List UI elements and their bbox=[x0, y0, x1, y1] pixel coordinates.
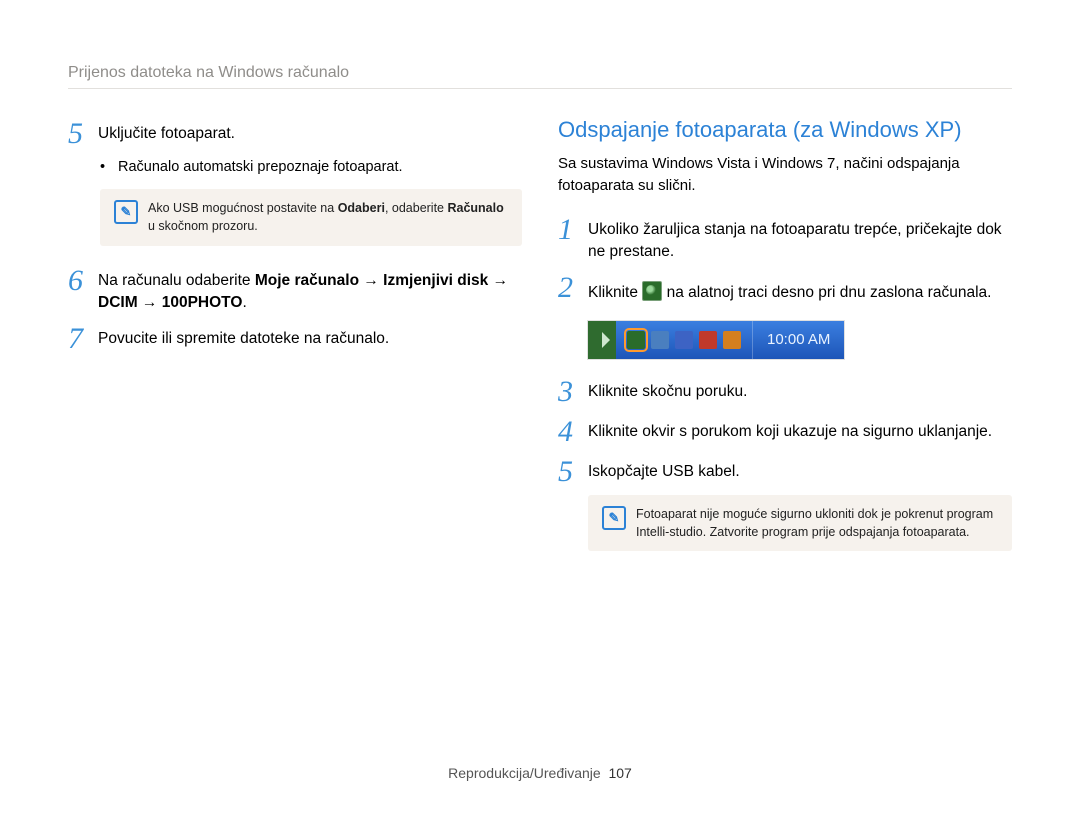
note-text: Fotoaparat nije moguće sigurno ukloniti … bbox=[636, 505, 998, 541]
note-box: ✎ Ako USB mogućnost postavite na Odaberi… bbox=[100, 189, 522, 245]
step-6: 6 Na računalu odaberite Moje računalo → … bbox=[68, 264, 522, 315]
safely-remove-hardware-icon bbox=[642, 281, 662, 301]
step-body: Kliknite okvir s porukom koji ukazuje na… bbox=[588, 415, 992, 443]
step-number: 5 bbox=[68, 117, 98, 149]
step-body: Uključite fotoaparat. bbox=[98, 117, 235, 145]
note-icon: ✎ bbox=[602, 506, 626, 530]
bullet-dot: • bbox=[100, 157, 118, 177]
note-box: ✎ Fotoaparat nije moguće sigurno uklonit… bbox=[588, 495, 1012, 551]
step-body: Na računalu odaberite Moje računalo → Iz… bbox=[98, 264, 522, 315]
footer-section: Reprodukcija/Uređivanje bbox=[448, 765, 601, 781]
bullet-item: • Računalo automatski prepoznaje fotoapa… bbox=[100, 157, 522, 177]
step-number: 5 bbox=[558, 455, 588, 487]
step-number: 7 bbox=[68, 322, 98, 354]
step-body: Povucite ili spremite datoteke na računa… bbox=[98, 322, 389, 350]
step-r1: 1 Ukoliko žaruljica stanja na fotoaparat… bbox=[558, 213, 1012, 264]
page-footer: Reprodukcija/Uređivanje 107 bbox=[0, 765, 1080, 781]
note-icon: ✎ bbox=[114, 200, 138, 224]
section-intro: Sa sustavima Windows Vista i Windows 7, … bbox=[558, 153, 1012, 197]
step-number: 4 bbox=[558, 415, 588, 447]
taskbar-clock: 10:00 AM bbox=[752, 321, 844, 359]
two-columns: 5 Uključite fotoaparat. • Računalo autom… bbox=[68, 117, 1012, 569]
step-7: 7 Povucite ili spremite datoteke na raču… bbox=[68, 322, 522, 354]
bullet-text: Računalo automatski prepoznaje fotoapara… bbox=[118, 157, 403, 177]
section-heading: Odspajanje fotoaparata (za Windows XP) bbox=[558, 117, 1012, 143]
step-r2: 2 Kliknite na alatnoj traci desno pri dn… bbox=[558, 271, 1012, 304]
step-body: Kliknite skočnu poruku. bbox=[588, 375, 747, 403]
step-r5: 5 Iskopčajte USB kabel. bbox=[558, 455, 1012, 487]
tray-icon-2-icon bbox=[651, 331, 669, 349]
safely-remove-icon bbox=[627, 331, 645, 349]
step-number: 1 bbox=[558, 213, 588, 245]
tray-icon-3-icon bbox=[675, 331, 693, 349]
right-column: Odspajanje fotoaparata (za Windows XP) S… bbox=[558, 117, 1012, 569]
step-number: 6 bbox=[68, 264, 98, 296]
step-r3: 3 Kliknite skočnu poruku. bbox=[558, 375, 1012, 407]
step-number: 3 bbox=[558, 375, 588, 407]
step-body: Iskopčajte USB kabel. bbox=[588, 455, 740, 483]
step-body: Ukoliko žaruljica stanja na fotoaparatu … bbox=[588, 213, 1012, 264]
tray-icon-5-icon bbox=[723, 331, 741, 349]
page-number: 107 bbox=[608, 765, 631, 781]
breadcrumb: Prijenos datoteka na Windows računalo bbox=[68, 64, 1012, 89]
note-text: Ako USB mogućnost postavite na Odaberi, … bbox=[148, 199, 508, 235]
start-button-icon bbox=[588, 321, 616, 359]
page: Prijenos datoteka na Windows računalo 5 … bbox=[0, 0, 1080, 815]
tray-icon-4-icon bbox=[699, 331, 717, 349]
windows-taskbar: 10:00 AM bbox=[588, 321, 844, 359]
step-5: 5 Uključite fotoaparat. bbox=[68, 117, 522, 149]
step-number: 2 bbox=[558, 271, 588, 303]
step-r4: 4 Kliknite okvir s porukom koji ukazuje … bbox=[558, 415, 1012, 447]
system-tray bbox=[616, 321, 752, 359]
step-body: Kliknite na alatnoj traci desno pri dnu … bbox=[588, 271, 991, 304]
left-column: 5 Uključite fotoaparat. • Računalo autom… bbox=[68, 117, 522, 569]
